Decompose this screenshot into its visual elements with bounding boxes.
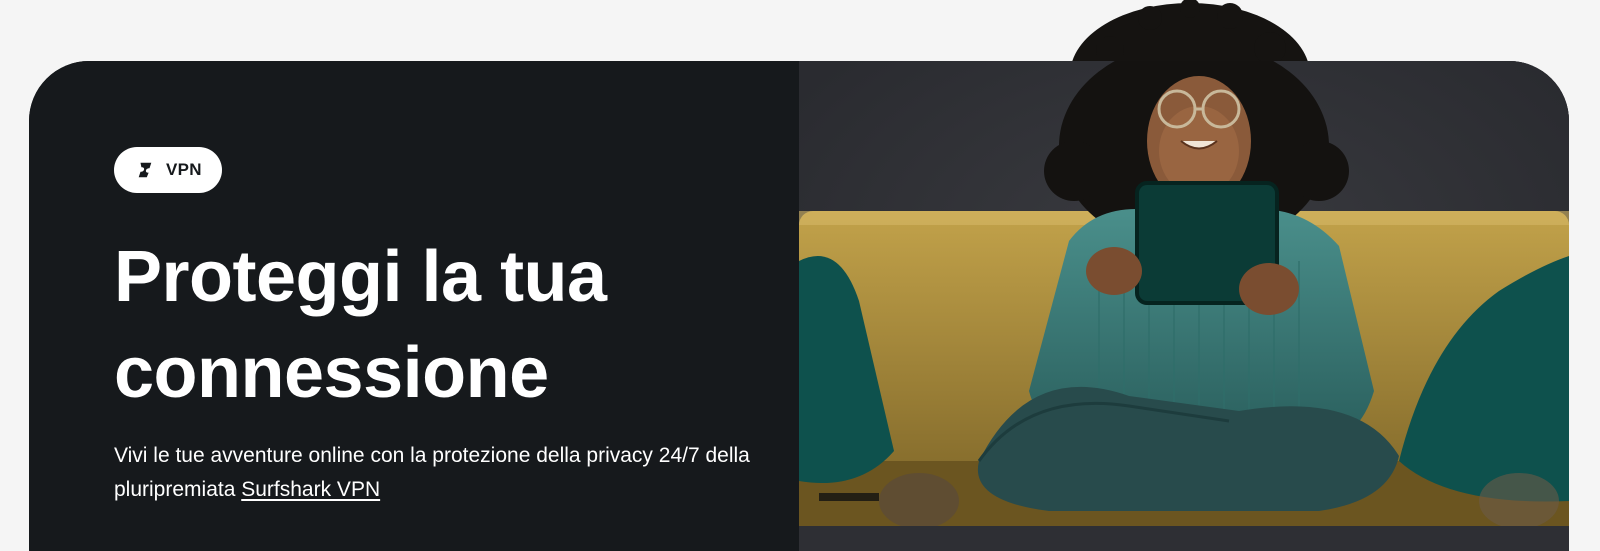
hero-description: Vivi le tue avventure online con la prot… <box>114 439 754 507</box>
product-badge: VPN <box>114 147 222 193</box>
hair-overflow-image <box>1070 0 1310 70</box>
title-line-2: connessione <box>114 333 549 413</box>
hero-section: VPN Proteggi la tua connessione Vivi le t… <box>29 61 1569 551</box>
badge-label: VPN <box>166 160 202 179</box>
description-text: Vivi le tue avventure online con la prot… <box>114 444 750 501</box>
surfshark-vpn-link[interactable]: Surfshark VPN <box>241 478 380 501</box>
page-title: Proteggi la tua connessione <box>114 229 754 421</box>
title-line-1: Proteggi la tua <box>114 237 607 317</box>
hero-photo-panel <box>799 61 1569 551</box>
woman-on-sofa-with-tablet-image <box>799 61 1569 526</box>
surfshark-logo-icon <box>138 162 152 178</box>
hero-text-panel: VPN Proteggi la tua connessione Vivi le t… <box>29 61 799 551</box>
